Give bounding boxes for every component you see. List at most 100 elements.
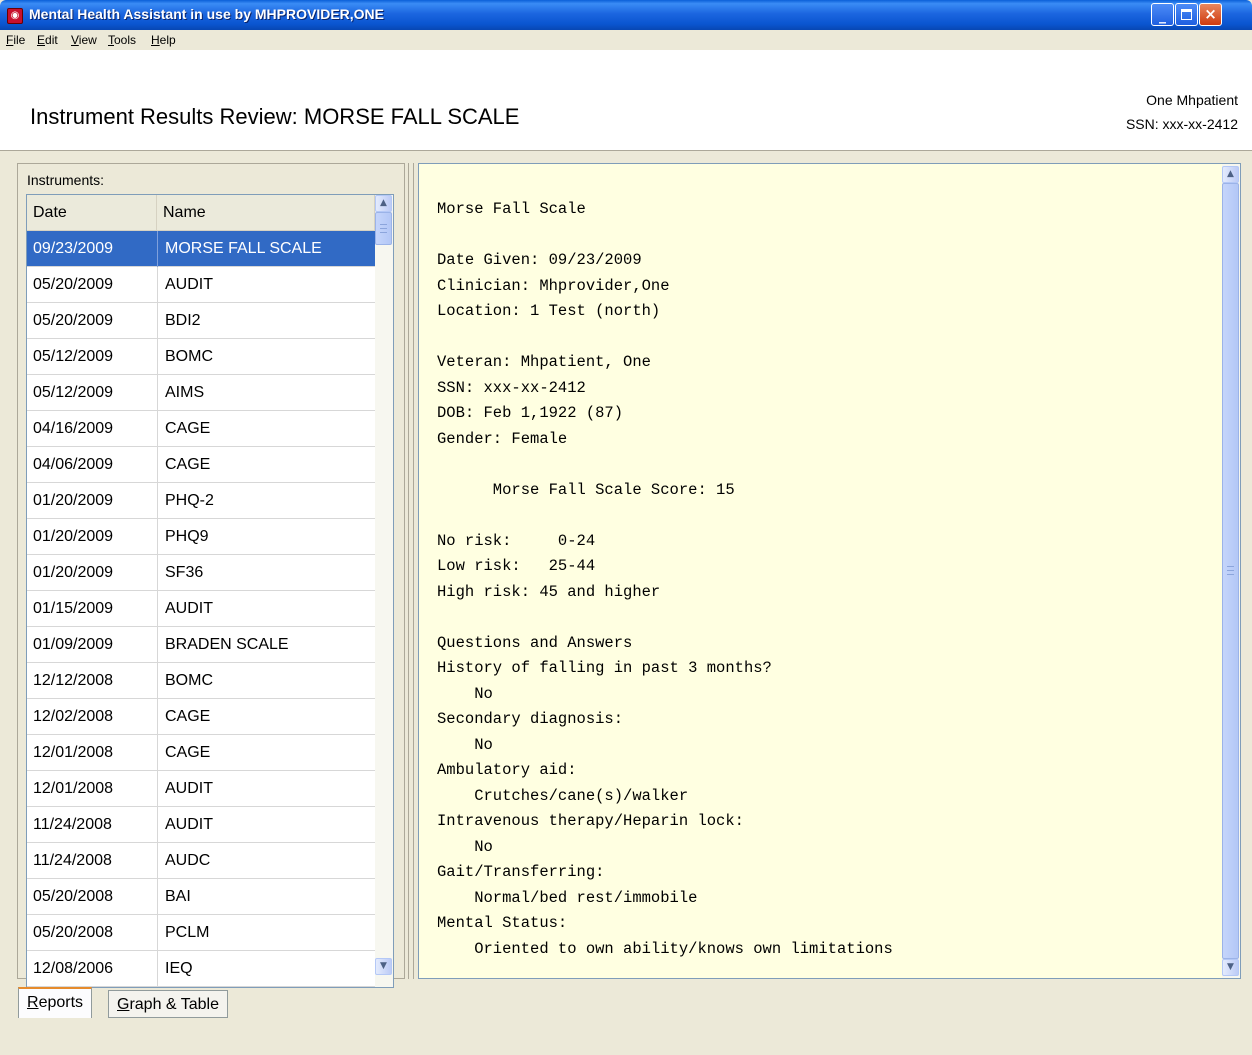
table-row[interactable]: 01/20/2009 SF36 [27, 555, 375, 591]
list-scrollbar[interactable]: ▲ ▼ [375, 195, 393, 987]
table-row[interactable]: 12/12/2008 BOMC [27, 663, 375, 699]
table-row[interactable]: 05/20/2008 BAI [27, 879, 375, 915]
close-button[interactable]: × [1199, 3, 1222, 26]
table-row[interactable]: 11/24/2008 AUDC [27, 843, 375, 879]
column-divider [157, 951, 158, 987]
row-date: 05/20/2008 [33, 888, 114, 905]
report-scroll-thumb[interactable] [1222, 183, 1239, 959]
table-row[interactable]: 09/23/2009 MORSE FALL SCALE [27, 231, 375, 267]
column-divider [157, 447, 158, 483]
row-date: 05/20/2009 [33, 276, 114, 293]
row-name: AUDIT [165, 600, 213, 617]
report-line [437, 605, 1207, 631]
list-header: Date Name [27, 195, 375, 231]
table-row[interactable]: 01/20/2009 PHQ-2 [27, 483, 375, 519]
grip-line [1227, 574, 1234, 575]
row-name: MORSE FALL SCALE [165, 240, 322, 257]
column-divider [157, 591, 158, 627]
table-row[interactable]: 01/09/2009 BRADEN SCALE [27, 627, 375, 663]
report-line: Oriented to own ability/knows own limita… [437, 939, 893, 958]
row-date: 12/08/2006 [33, 960, 114, 977]
report-line: Clinician: Mhprovider,One [437, 276, 670, 295]
row-date: 12/01/2008 [33, 744, 114, 761]
row-name: AUDIT [165, 816, 213, 833]
table-row[interactable]: 12/01/2008 CAGE [27, 735, 375, 771]
table-row[interactable]: 05/12/2009 BOMC [27, 339, 375, 375]
table-row[interactable]: 12/02/2008 CAGE [27, 699, 375, 735]
scroll-thumb[interactable] [375, 212, 392, 245]
row-date: 01/20/2009 [33, 492, 114, 509]
title-bar[interactable]: ◉ Mental Health Assistant in use by MHPR… [0, 0, 1252, 30]
menu-file[interactable]: File [6, 33, 25, 47]
row-date: 01/20/2009 [33, 564, 114, 581]
table-row[interactable]: 11/24/2008 AUDIT [27, 807, 375, 843]
report-line: No [437, 684, 493, 703]
tab-graph-table[interactable]: Graph & Table [108, 990, 228, 1018]
report-line: Morse Fall Scale Score: 15 [437, 480, 735, 499]
column-divider [157, 879, 158, 915]
report-line: Gait/Transferring: [437, 863, 605, 881]
column-header-name[interactable]: Name [157, 195, 375, 230]
report-scrollbar[interactable]: ▲ ▼ [1222, 164, 1240, 978]
table-row[interactable]: 05/20/2008 PCLM [27, 915, 375, 951]
report-scroll-up-button[interactable]: ▲ [1222, 166, 1239, 183]
row-date: 04/06/2009 [33, 456, 114, 473]
column-divider [157, 771, 158, 807]
report-line: Secondary diagnosis: [437, 710, 624, 728]
table-row[interactable]: 05/12/2009 AIMS [27, 375, 375, 411]
report-line: Morse Fall Scale [437, 200, 586, 218]
maximize-button[interactable] [1175, 3, 1198, 26]
column-divider [157, 339, 158, 375]
panel-splitter[interactable] [405, 163, 417, 979]
row-date: 05/20/2008 [33, 924, 114, 941]
scroll-down-button[interactable]: ▼ [375, 958, 392, 975]
table-row[interactable]: 12/01/2008 AUDIT [27, 771, 375, 807]
column-divider [157, 699, 158, 735]
menu-view[interactable]: View [71, 33, 97, 47]
minimize-button[interactable]: _ [1151, 3, 1174, 26]
column-divider [157, 915, 158, 951]
menu-tools[interactable]: Tools [108, 33, 136, 47]
report-scroll-down-button[interactable]: ▼ [1222, 959, 1239, 976]
menu-help[interactable]: Help [151, 33, 176, 47]
instruments-list[interactable]: Date Name 09/23/2009 MORSE FALL SCALE 05/2… [26, 194, 394, 988]
report-line: Intravenous therapy/Heparin lock: [437, 812, 744, 830]
tab-reports[interactable]: Reports [18, 987, 93, 1018]
table-row[interactable]: 04/06/2009 CAGE [27, 447, 375, 483]
table-row[interactable]: 04/16/2009 CAGE [27, 411, 375, 447]
table-row[interactable]: 12/08/2006 IEQ [27, 951, 375, 987]
row-date: 01/15/2009 [33, 600, 114, 617]
row-name: BRADEN SCALE [165, 636, 289, 653]
table-row[interactable]: 05/20/2009 BDI2 [27, 303, 375, 339]
row-date: 01/09/2009 [33, 636, 114, 653]
report-line: Crutches/cane(s)/walker [437, 786, 689, 805]
scroll-up-icon: ▲ [380, 198, 387, 208]
row-date: 01/20/2009 [33, 528, 114, 545]
row-name: BAI [165, 888, 191, 905]
table-row[interactable]: 05/20/2009 AUDIT [27, 267, 375, 303]
column-divider [157, 735, 158, 771]
report-line: No [437, 837, 493, 856]
row-date: 12/12/2008 [33, 672, 114, 689]
row-date: 09/23/2009 [33, 240, 114, 257]
scroll-up-button[interactable]: ▲ [375, 195, 392, 212]
row-name: IEQ [165, 960, 193, 977]
table-row[interactable]: 01/20/2009 PHQ9 [27, 519, 375, 555]
row-date: 11/24/2008 [33, 816, 112, 833]
column-divider [157, 843, 158, 879]
report-line [437, 325, 1207, 351]
column-divider [157, 555, 158, 591]
column-divider [157, 663, 158, 699]
column-header-date[interactable]: Date [27, 195, 157, 230]
report-text: Morse Fall Scale Date Given: 09/23/2009 Cl… [437, 197, 1207, 962]
app-icon[interactable]: ◉ [7, 8, 23, 24]
row-name: CAGE [165, 420, 211, 437]
table-row[interactable]: 01/15/2009 AUDIT [27, 591, 375, 627]
column-divider [157, 231, 158, 267]
minimize-icon: _ [1159, 8, 1166, 24]
menu-edit[interactable]: Edit [37, 33, 58, 47]
row-name: CAGE [165, 744, 211, 761]
tab-bar: Reports Graph & Table [0, 987, 1252, 1055]
report-line: No [437, 735, 493, 754]
report-line: High risk: 45 and higher [437, 582, 661, 601]
